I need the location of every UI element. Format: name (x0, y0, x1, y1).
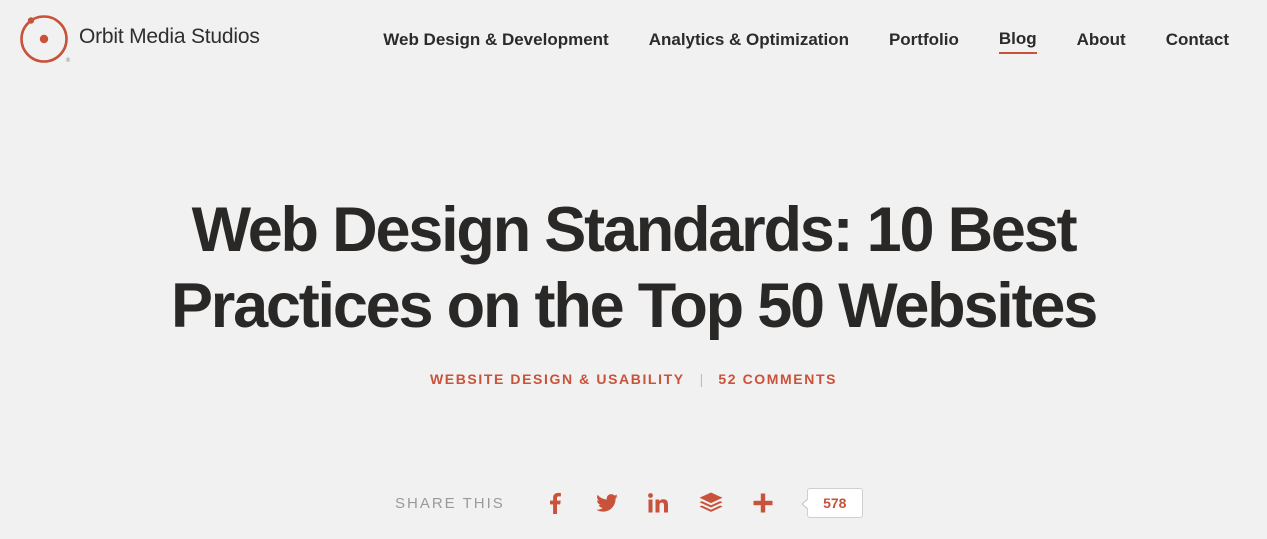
share-more-button[interactable] (737, 485, 789, 521)
share-twitter-button[interactable] (581, 485, 633, 521)
nav-item-web-design[interactable]: Web Design & Development (383, 30, 608, 53)
category-link[interactable]: WEBSITE DESIGN & USABILITY (430, 371, 685, 387)
nav-item-contact[interactable]: Contact (1166, 30, 1229, 53)
share-bar: SHARE THIS 578 (395, 485, 863, 521)
nav-item-about[interactable]: About (1077, 30, 1126, 53)
plus-icon (753, 493, 773, 513)
article-header: Web Design Standards: 10 Best Practices … (0, 192, 1267, 344)
share-buffer-button[interactable] (685, 485, 737, 521)
article-meta: WEBSITE DESIGN & USABILITY | 52 COMMENTS (0, 371, 1267, 387)
nav-item-blog[interactable]: Blog (998, 29, 1037, 54)
twitter-icon (595, 494, 618, 512)
nav-item-analytics[interactable]: Analytics & Optimization (649, 30, 849, 53)
meta-separator: | (699, 371, 704, 387)
page-title: Web Design Standards: 10 Best Practices … (134, 192, 1134, 344)
linkedin-icon (647, 493, 668, 513)
share-label: SHARE THIS (395, 494, 505, 512)
title-line-1: Web Design Standards: 10 Best (191, 195, 1078, 265)
title-line-2: Practices on the Top 50 Websites (170, 271, 1098, 341)
site-header: ® Orbit Media Studios Web Design & Devel… (0, 0, 1267, 80)
buffer-icon (699, 492, 723, 512)
nav-item-portfolio[interactable]: Portfolio (889, 30, 959, 53)
facebook-icon (549, 492, 561, 514)
share-linkedin-button[interactable] (633, 485, 685, 521)
comments-link[interactable]: 52 COMMENTS (718, 371, 837, 387)
registered-mark: ® (65, 57, 71, 64)
logo-link[interactable]: ® Orbit Media Studios (19, 14, 260, 66)
share-facebook-button[interactable] (529, 485, 581, 521)
share-count-badge: 578 (800, 488, 863, 518)
orbit-logo-icon: ® (20, 15, 71, 64)
main-nav: Web Design & Development Analytics & Opt… (383, 29, 1229, 54)
brand-name: Orbit Media Studios (79, 25, 260, 48)
